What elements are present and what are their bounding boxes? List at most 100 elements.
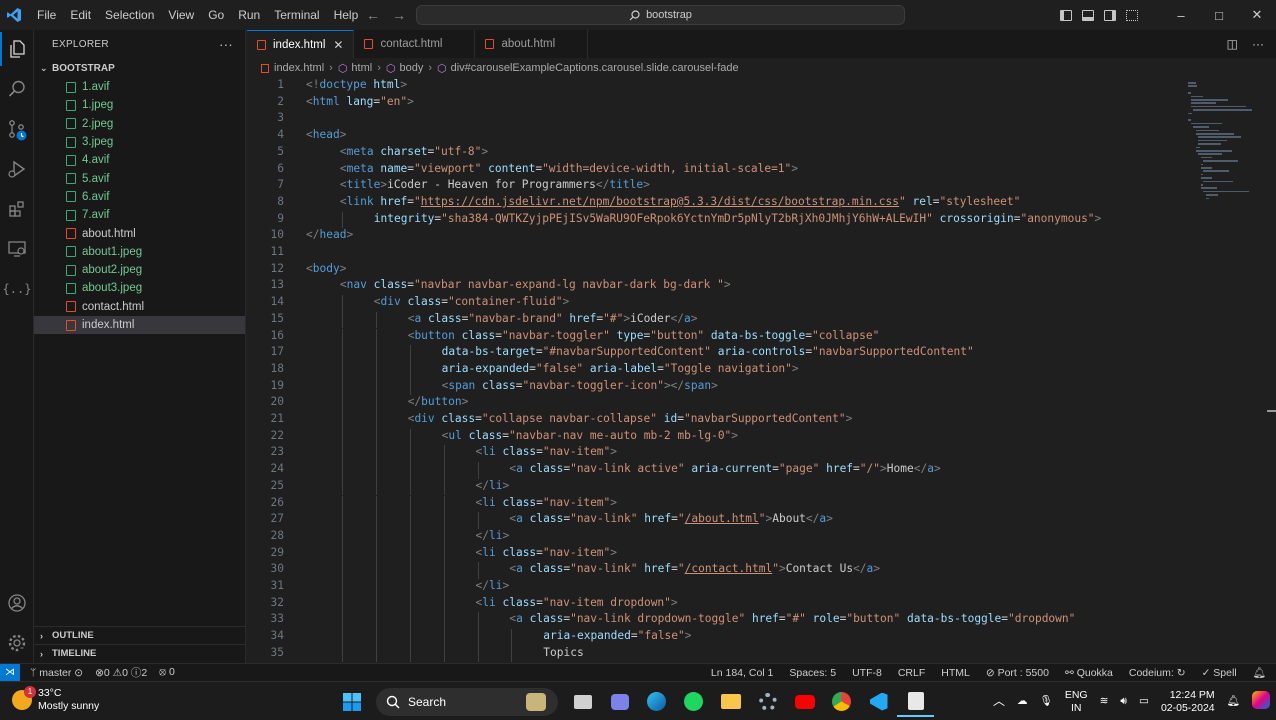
menu-go[interactable]: Go — [201, 0, 231, 30]
account-icon[interactable] — [0, 586, 34, 620]
ports-indicator[interactable]: ⦻ 0 — [159, 666, 175, 679]
split-editor-icon[interactable]: ◫ — [1227, 37, 1238, 51]
tab-contact-html[interactable]: contact.html — [354, 30, 476, 58]
language-indicator[interactable]: ENG IN — [1059, 689, 1094, 715]
indent-guide — [341, 629, 343, 646]
toggle-panel-icon[interactable] — [1082, 9, 1094, 21]
spell-status[interactable]: ✓ Spell — [1202, 667, 1237, 679]
breadcrumb-html[interactable]: html — [351, 62, 372, 74]
encoding[interactable]: UTF-8 — [852, 667, 882, 679]
more-actions-icon[interactable]: ··· — [1252, 37, 1264, 51]
notification-bell-icon[interactable]: 🔔︎ — [1221, 695, 1246, 708]
json-tools-icon[interactable]: {..} — [0, 272, 34, 306]
file-item[interactable]: 6.avif — [34, 188, 245, 206]
customize-layout-icon[interactable] — [1126, 9, 1138, 21]
close-window-button[interactable]: ✕ — [1238, 7, 1276, 23]
quokka-status[interactable]: ⚯ Quokka — [1065, 667, 1113, 679]
file-explorer-icon[interactable] — [712, 686, 749, 717]
file-item[interactable]: 5.avif — [34, 169, 245, 187]
volume-icon[interactable]: 🔊︎ — [1114, 695, 1133, 708]
file-item[interactable]: 1.avif — [34, 78, 245, 96]
live-server-port[interactable]: ⊘ Port : 5500 — [986, 667, 1049, 679]
menu-terminal[interactable]: Terminal — [267, 0, 326, 30]
microphone-icon[interactable]: 🎙︎ — [1033, 695, 1058, 708]
show-hidden-icons-chevron-up-icon[interactable]: ︿ — [987, 695, 1011, 708]
task-view-icon[interactable] — [564, 686, 601, 717]
file-item[interactable]: 4.avif — [34, 151, 245, 169]
file-item[interactable]: index.html — [34, 315, 245, 335]
menu-edit[interactable]: Edit — [63, 0, 98, 30]
file-item[interactable]: 2.jpeg — [34, 115, 245, 133]
close-icon[interactable]: ✕ — [333, 38, 343, 52]
explorer-icon[interactable] — [0, 32, 34, 66]
end-of-line[interactable]: CRLF — [898, 667, 925, 679]
file-item[interactable]: about1.jpeg — [34, 243, 245, 261]
file-item[interactable]: about2.jpeg — [34, 261, 245, 279]
teams-chat-icon[interactable] — [601, 686, 638, 717]
code-line: 2 <html lang="en"> — [247, 95, 1187, 112]
clock[interactable]: 12:24 PM 02-05-2024 — [1155, 689, 1221, 715]
menu-view[interactable]: View — [161, 0, 201, 30]
run-debug-icon[interactable] — [0, 152, 34, 186]
language-mode[interactable]: HTML — [941, 667, 970, 679]
vscode-taskbar-icon[interactable] — [860, 686, 897, 717]
toggle-secondary-sidebar-icon[interactable] — [1104, 9, 1116, 21]
edge-browser-icon[interactable] — [638, 686, 675, 717]
settings-icon[interactable] — [749, 686, 786, 717]
wifi-icon[interactable]: ≋ — [1094, 695, 1115, 708]
minimize-button[interactable]: – — [1162, 8, 1200, 23]
back-arrow-icon[interactable]: ← — [366, 0, 380, 30]
toggle-primary-sidebar-icon[interactable] — [1060, 9, 1072, 21]
breadcrumb-file[interactable]: index.html — [274, 62, 324, 74]
timeline-section[interactable]: › TIMELINE — [34, 644, 245, 662]
remote-indicator-icon[interactable]: ⋊ — [0, 663, 20, 682]
search-view-icon[interactable] — [0, 72, 34, 106]
copilot-icon[interactable] — [1246, 690, 1276, 713]
cursor-position[interactable]: Ln 184, Col 1 — [711, 667, 773, 679]
breadcrumb-body[interactable]: body — [399, 62, 423, 74]
youtube-icon[interactable] — [786, 686, 823, 717]
indent-guide — [443, 512, 445, 529]
outline-section[interactable]: › OUTLINE — [34, 626, 245, 644]
menu-file[interactable]: File — [30, 0, 63, 30]
minimap-line — [1203, 170, 1230, 172]
codeium-status[interactable]: Codeium: ↻ — [1129, 667, 1186, 679]
folder-bootstrap[interactable]: ⌄ BOOTSTRAP — [34, 58, 245, 78]
settings-gear-icon[interactable] — [0, 626, 34, 660]
weather-widget[interactable]: 1 33°C Mostly sunny — [12, 686, 99, 713]
code-editor[interactable]: 1 <!doctype html> 2 <html lang="en"> 3 4 <head… — [247, 78, 1276, 663]
menu-selection[interactable]: Selection — [98, 0, 161, 30]
file-item[interactable]: about3.jpeg — [34, 279, 245, 297]
menu-help[interactable]: Help — [327, 0, 366, 30]
remote-explorer-icon[interactable] — [0, 232, 34, 266]
tab-about-html[interactable]: about.html — [475, 30, 589, 58]
command-center-search[interactable]: bootstrap — [416, 5, 905, 25]
tab-index-html[interactable]: index.html ✕ — [247, 30, 355, 58]
forward-arrow-icon[interactable]: → — [392, 0, 406, 30]
notepad-icon[interactable] — [897, 686, 934, 717]
extensions-icon[interactable] — [0, 192, 34, 226]
taskbar-search[interactable]: Search — [376, 687, 558, 716]
notifications-bell-icon[interactable]: 🔔︎ — [1253, 666, 1266, 679]
file-item[interactable]: 3.jpeg — [34, 133, 245, 151]
start-windows-icon[interactable] — [333, 686, 370, 717]
onedrive-icon[interactable]: ☁ — [1011, 695, 1034, 708]
file-item[interactable]: 7.avif — [34, 206, 245, 224]
branch-indicator[interactable]: ᛘ master ⊙ — [30, 667, 83, 679]
problems-indicator[interactable]: ⊗0 ⚠0 ⓘ2 — [95, 665, 147, 680]
minimap[interactable] — [1188, 78, 1268, 208]
menu-run[interactable]: Run — [231, 0, 267, 30]
source-control-icon[interactable] — [0, 113, 34, 147]
scrollbar[interactable] — [1267, 410, 1276, 412]
file-item[interactable]: 1.jpeg — [34, 96, 245, 114]
file-item[interactable]: contact.html — [34, 298, 245, 316]
chrome-icon[interactable] — [823, 686, 860, 717]
breadcrumb-div[interactable]: div#carouselExampleCaptions.carousel.sli… — [451, 62, 739, 74]
battery-icon[interactable]: ▭ — [1133, 695, 1155, 708]
indentation[interactable]: Spaces: 5 — [789, 667, 836, 679]
spotify-icon[interactable] — [675, 686, 712, 717]
maximize-button[interactable]: □ — [1200, 8, 1238, 23]
code-text: integrity="sha384-QWTKZyjpPEjISv5WaRU9OF… — [373, 211, 1102, 225]
file-item[interactable]: about.html — [34, 224, 245, 242]
more-actions-icon[interactable]: ··· — [219, 37, 233, 52]
